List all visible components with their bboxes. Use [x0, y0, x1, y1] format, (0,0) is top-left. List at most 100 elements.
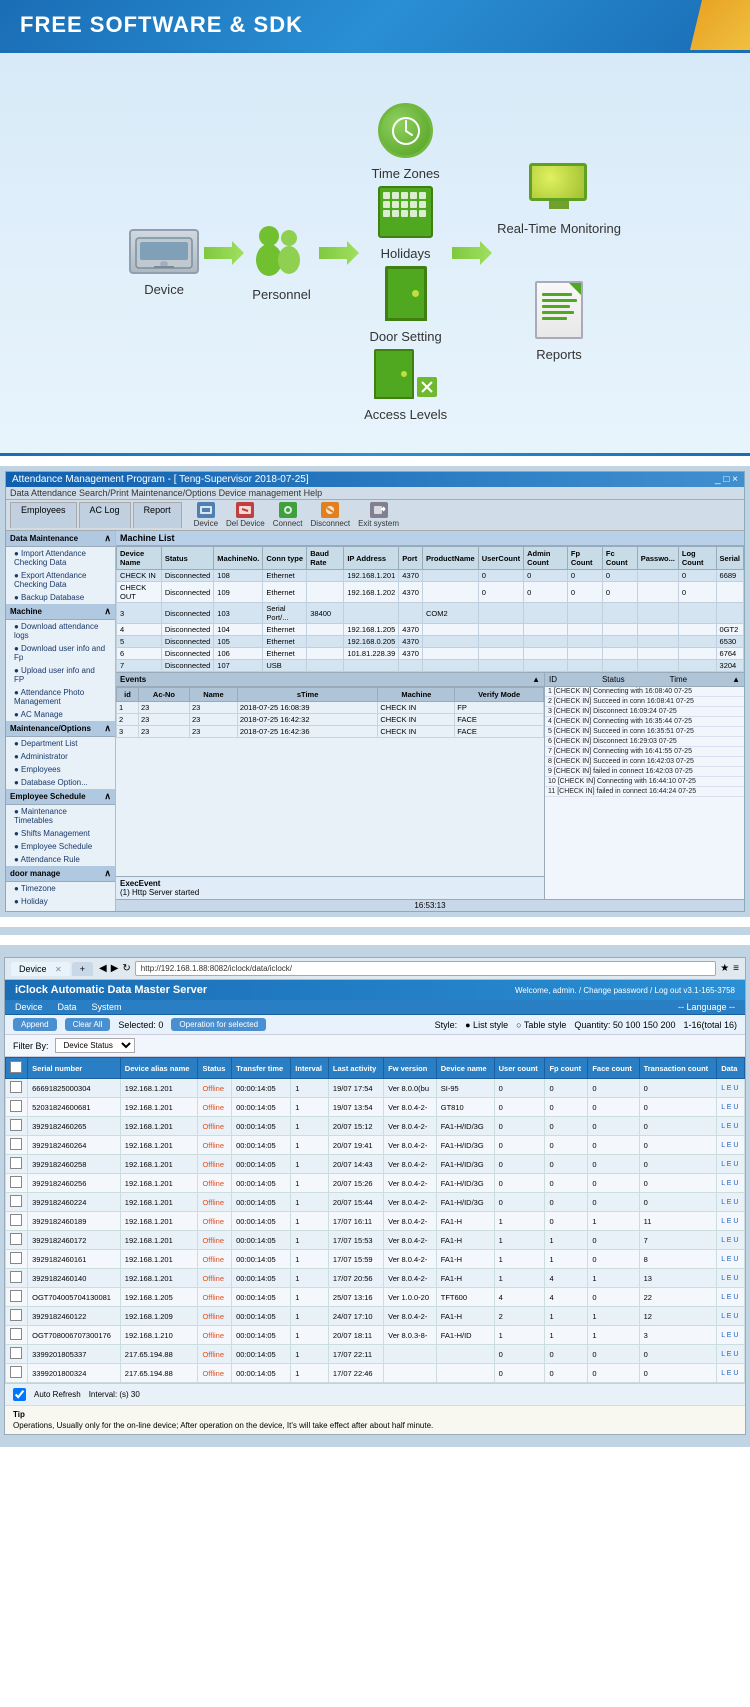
- sidebar-ac[interactable]: ● AC Manage: [6, 708, 115, 721]
- sidebar-import[interactable]: ● Import Attendance Checking Data: [6, 547, 115, 569]
- sidebar-upload-user[interactable]: ● Upload user info and FP: [6, 664, 115, 686]
- col-fp: Fp Count: [567, 547, 602, 570]
- btn-clear-all[interactable]: Clear All: [65, 1018, 111, 1031]
- quantity-label: Quantity: 50 100 150 200: [574, 1020, 675, 1030]
- tab-report[interactable]: Report: [133, 502, 182, 528]
- row-checkbox[interactable]: [10, 1347, 22, 1359]
- sidebar-employees[interactable]: ● Employees: [6, 763, 115, 776]
- row-checkbox[interactable]: [10, 1328, 22, 1340]
- btn-connect[interactable]: Connect: [273, 502, 303, 528]
- machine-table: Device Name Status MachineNo. Conn type …: [116, 546, 744, 672]
- row-checkbox[interactable]: [10, 1233, 22, 1245]
- events-table: id Ac-No Name sTime Machine Verify Mode …: [116, 687, 544, 738]
- diagram-section: Device Personnel: [0, 53, 750, 453]
- table-row: CHECK INDisconnected108Ethernet192.168.1…: [117, 570, 744, 582]
- col-machno: MachineNo.: [214, 547, 263, 570]
- personnel-icon: [249, 224, 314, 279]
- browser-icon-star[interactable]: ★: [720, 963, 729, 974]
- nav-language[interactable]: -- Language --: [678, 1002, 735, 1012]
- table-row: 3929182460172192.168.1.201Offline00:00:1…: [6, 1231, 745, 1250]
- sidebar-db[interactable]: ● Database Option...: [6, 776, 115, 789]
- browser-refresh[interactable]: ↻: [122, 963, 130, 974]
- btn-del-device[interactable]: Del Device: [226, 502, 265, 528]
- browser-forward[interactable]: ▶: [111, 963, 119, 974]
- sidebar-timetables[interactable]: ● Maintenance Timetables: [6, 805, 115, 827]
- btn-append[interactable]: Append: [13, 1018, 57, 1031]
- col-transfer: Transfer time: [232, 1058, 291, 1079]
- tab-aclog[interactable]: AC Log: [79, 502, 131, 528]
- btn-exit-label: Exit system: [358, 519, 399, 528]
- sidebar-dl-logs[interactable]: ● Download attendance logs: [6, 620, 115, 642]
- btn-connect-label: Connect: [273, 519, 303, 528]
- row-checkbox[interactable]: [10, 1214, 22, 1226]
- sidebar-att-rule[interactable]: ● Attendance Rule: [6, 853, 115, 866]
- btn-operation[interactable]: Operation for selected: [171, 1018, 266, 1031]
- sidebar-unlock[interactable]: ● Unlock Combination: [6, 908, 115, 911]
- table-row: 123232018-07-25 16:08:39CHECK INFP: [117, 702, 544, 714]
- browser-back[interactable]: ◀: [99, 963, 107, 974]
- btn-disconnect[interactable]: Disconnect: [311, 502, 351, 528]
- style-table[interactable]: ○ Table style: [516, 1020, 566, 1030]
- sidebar-timezone[interactable]: ● Timezone: [6, 882, 115, 895]
- row-checkbox[interactable]: [10, 1290, 22, 1302]
- row-checkbox[interactable]: [10, 1366, 22, 1378]
- btn-disconnect-label: Disconnect: [311, 519, 351, 528]
- browser-tab-device[interactable]: Device ✕: [11, 962, 70, 976]
- filter-device-status[interactable]: Device Status: [55, 1038, 135, 1053]
- col-face: Face count: [588, 1058, 639, 1079]
- btn-exit[interactable]: Exit system: [358, 502, 399, 528]
- log-item: 10 [CHECK IN] Connecting with 16:44:10 0…: [545, 777, 744, 787]
- sidebar-section-data: Data Maintenance ∧: [6, 531, 115, 547]
- timezones-label: Time Zones: [372, 166, 440, 181]
- sidebar-section-door: door manage ∧: [6, 866, 115, 882]
- row-checkbox[interactable]: [10, 1195, 22, 1207]
- sw-sidebar: Data Maintenance ∧ ● Import Attendance C…: [6, 531, 116, 911]
- right-column: Real-Time Monitoring Reports: [497, 163, 621, 362]
- machine-table-header: Device Name Status MachineNo. Conn type …: [117, 547, 744, 570]
- row-checkbox[interactable]: [10, 1271, 22, 1283]
- sidebar-dl-user[interactable]: ● Download user info and Fp: [6, 642, 115, 664]
- col-device-name: Device name: [436, 1058, 494, 1079]
- auto-refresh-checkbox[interactable]: [13, 1388, 26, 1401]
- table-row: 3929182460258192.168.1.201Offline00:00:1…: [6, 1155, 745, 1174]
- nav-data[interactable]: Data: [58, 1002, 77, 1012]
- style-list[interactable]: ● List style: [465, 1020, 508, 1030]
- browser-icon-menu[interactable]: ≡: [733, 963, 739, 974]
- row-checkbox[interactable]: [10, 1157, 22, 1169]
- web-toolbar: Append Clear All Selected: 0 Operation f…: [5, 1015, 745, 1035]
- web-window: Device ✕ + ◀ ▶ ↻ http://192.168.1.88:808…: [4, 957, 746, 1435]
- sidebar-admin[interactable]: ● Administrator: [6, 750, 115, 763]
- diagram-main-row: Device Personnel: [20, 103, 730, 422]
- row-checkbox[interactable]: [10, 1309, 22, 1321]
- tab-employees[interactable]: Employees: [10, 502, 77, 528]
- col-ip: IP Address: [344, 547, 399, 570]
- row-checkbox[interactable]: [10, 1081, 22, 1093]
- select-all-checkbox[interactable]: [10, 1061, 22, 1073]
- table-row: 66691825000304192.168.1.201Offline00:00:…: [6, 1079, 745, 1098]
- btn-device[interactable]: Device: [194, 502, 218, 528]
- events-panel: Events ▲ id Ac-No Name sTime Machine: [116, 673, 544, 899]
- row-checkbox[interactable]: [10, 1252, 22, 1264]
- browser-url[interactable]: http://192.168.1.88:8082/iclock/data/icl…: [135, 961, 716, 976]
- row-checkbox[interactable]: [10, 1119, 22, 1131]
- nav-device[interactable]: Device: [15, 1002, 43, 1012]
- arrow-2: [314, 233, 364, 273]
- sw-main-area: Data Maintenance ∧ ● Import Attendance C…: [6, 531, 744, 911]
- sidebar-holiday[interactable]: ● Holiday: [6, 895, 115, 908]
- sidebar-backup[interactable]: ● Backup Database: [6, 591, 115, 604]
- sidebar-photo[interactable]: ● Attendance Photo Management: [6, 686, 115, 708]
- interval-label: Interval: (s) 30: [89, 1390, 140, 1399]
- events-table-header: id Ac-No Name sTime Machine Verify Mode: [117, 688, 544, 702]
- device-table-container: Serial number Device alias name Status T…: [5, 1057, 745, 1383]
- row-checkbox[interactable]: [10, 1100, 22, 1112]
- diagram-personnel: Personnel: [249, 224, 314, 302]
- nav-system[interactable]: System: [92, 1002, 122, 1012]
- sidebar-dept[interactable]: ● Department List: [6, 737, 115, 750]
- browser-tab-new[interactable]: +: [72, 962, 93, 976]
- sidebar-shifts[interactable]: ● Shifts Management: [6, 827, 115, 840]
- sidebar-export[interactable]: ● Export Attendance Checking Data: [6, 569, 115, 591]
- sidebar-emp-schedule[interactable]: ● Employee Schedule: [6, 840, 115, 853]
- row-checkbox[interactable]: [10, 1176, 22, 1188]
- browser-tabs: Device ✕ +: [11, 962, 93, 976]
- row-checkbox[interactable]: [10, 1138, 22, 1150]
